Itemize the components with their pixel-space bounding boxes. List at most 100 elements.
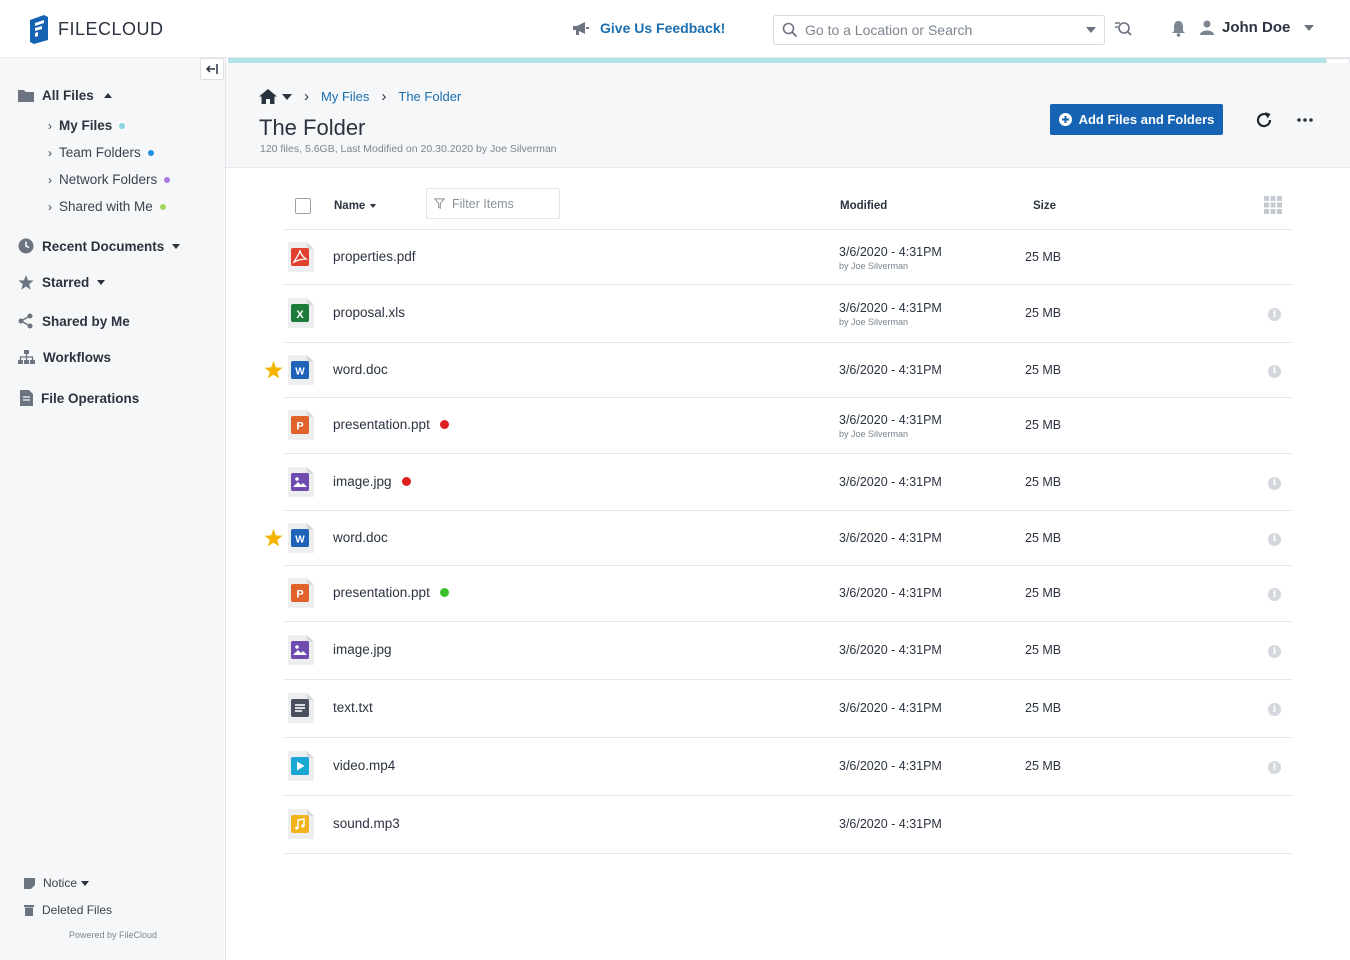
breadcrumb-my-files[interactable]: My Files <box>321 89 369 104</box>
txt-file-icon <box>288 693 314 723</box>
sidebar-item-my-files[interactable]: › My Files <box>48 118 126 133</box>
file-name[interactable]: presentation.ppt <box>333 417 449 432</box>
sidebar-item-label: Shared with Me <box>59 199 153 214</box>
more-options-icon[interactable] <box>1297 118 1313 122</box>
info-icon[interactable]: i <box>1268 532 1281 546</box>
table-row[interactable]: W word.doc 3/6/2020 - 4:31PM 25 MB i <box>264 343 1293 398</box>
modified-cell: 3/6/2020 - 4:31PM by Joe Silverman <box>839 245 942 271</box>
table-row[interactable]: text.txt 3/6/2020 - 4:31PM 25 MB i <box>283 680 1293 738</box>
file-name[interactable]: proposal.xls <box>333 305 405 320</box>
column-modified-header[interactable]: Modified <box>840 200 887 212</box>
megaphone-icon <box>573 22 589 35</box>
modified-cell: 3/6/2020 - 4:31PM by Joe Silverman <box>839 301 942 327</box>
file-name[interactable]: properties.pdf <box>333 249 416 264</box>
user-icon <box>1200 20 1214 35</box>
table-row[interactable]: video.mp4 3/6/2020 - 4:31PM 25 MB i <box>283 738 1293 796</box>
table-row[interactable]: P presentation.ppt 3/6/2020 - 4:31PM 25 M… <box>283 566 1293 622</box>
file-name[interactable]: image.jpg <box>333 474 411 489</box>
table-row[interactable]: properties.pdf 3/6/2020 - 4:31PM by Joe … <box>283 230 1293 285</box>
breadcrumb-the-folder[interactable]: The Folder <box>398 89 461 104</box>
user-menu[interactable]: John Doe <box>1200 19 1315 36</box>
notice-icon <box>24 877 35 889</box>
sidebar-item-network-folders[interactable]: › Network Folders <box>48 172 171 187</box>
info-icon[interactable]: i <box>1268 364 1281 378</box>
doc-file-icon: W <box>288 522 314 553</box>
file-name-text: sound.mp3 <box>333 816 400 831</box>
sidebar-item-file-operations[interactable]: File Operations <box>20 390 139 406</box>
info-icon[interactable]: i <box>1268 645 1281 658</box>
table-row[interactable]: image.jpg 3/6/2020 - 4:31PM 25 MB i <box>283 622 1293 680</box>
sidebar-item-recent-documents[interactable]: Recent Documents <box>18 238 181 254</box>
column-name-header[interactable]: Name <box>334 200 377 212</box>
breadcrumb: › My Files › The Folder <box>259 88 461 105</box>
sidebar-item-all-files[interactable]: All Files <box>18 88 112 103</box>
table-row[interactable]: sound.mp3 3/6/2020 - 4:31PM <box>283 796 1293 854</box>
doc-file-icon: W <box>288 354 314 385</box>
column-size-header[interactable]: Size <box>1033 200 1056 212</box>
star-icon <box>18 275 34 290</box>
chevron-right-icon: › <box>48 172 52 187</box>
svg-text:P: P <box>296 421 303 433</box>
collapse-sidebar-button[interactable] <box>200 58 224 80</box>
sidebar-deleted-files[interactable]: Deleted Files <box>24 903 112 917</box>
filecloud-logo-icon <box>30 15 48 44</box>
table-row[interactable]: X proposal.xls 3/6/2020 - 4:31PM by Joe … <box>283 285 1293 343</box>
bell-icon[interactable] <box>1171 20 1186 37</box>
modified-date: 3/6/2020 - 4:31PM <box>839 244 942 259</box>
sidebar-item-starred[interactable]: Starred <box>18 275 106 290</box>
file-name[interactable]: video.mp4 <box>333 758 395 773</box>
sidebar-item-workflows[interactable]: Workflows <box>18 350 111 365</box>
notice-label: Notice <box>43 876 78 890</box>
modified-date: 3/6/2020 - 4:31PM <box>839 362 942 377</box>
breadcrumb-separator-icon: › <box>381 88 387 105</box>
file-name[interactable]: word.doc <box>333 530 388 545</box>
filter-box[interactable] <box>426 188 560 219</box>
refresh-icon[interactable] <box>1255 111 1273 129</box>
file-name[interactable]: sound.mp3 <box>333 816 400 831</box>
info-icon[interactable]: i <box>1268 308 1281 321</box>
info-icon[interactable]: i <box>1268 588 1281 601</box>
sidebar-item-team-folders[interactable]: › Team Folders <box>48 145 154 160</box>
trash-icon <box>24 905 34 916</box>
filter-input[interactable] <box>452 196 552 211</box>
search-dropdown-icon[interactable] <box>1086 27 1096 33</box>
file-name[interactable]: word.doc <box>333 362 388 377</box>
search-input[interactable] <box>805 22 1079 38</box>
sidebar-item-shared-by-me[interactable]: Shared by Me <box>18 313 130 329</box>
home-breadcrumb[interactable] <box>259 89 292 104</box>
svg-text:P: P <box>296 589 303 601</box>
file-size: 25 MB <box>1025 701 1062 715</box>
info-icon[interactable]: i <box>1268 761 1281 774</box>
info-icon[interactable]: i <box>1268 476 1281 490</box>
grid-view-icon[interactable] <box>1264 196 1282 214</box>
file-name-text: text.txt <box>333 700 373 715</box>
filecloud-logo[interactable]: FILECLOUD <box>28 14 164 44</box>
feedback-link[interactable]: Give Us Feedback! <box>572 20 725 36</box>
file-name[interactable]: presentation.ppt <box>333 585 449 600</box>
info-icon[interactable]: i <box>1268 703 1281 716</box>
advanced-search-icon[interactable] <box>1114 20 1132 38</box>
table-row[interactable]: P presentation.ppt 3/6/2020 - 4:31PM by … <box>283 398 1293 454</box>
folder-icon <box>18 90 34 102</box>
deleted-files-label: Deleted Files <box>42 903 113 917</box>
select-all-checkbox[interactable] <box>295 198 311 214</box>
file-name[interactable]: image.jpg <box>333 642 392 657</box>
sidebar-item-shared-with-me[interactable]: › Shared with Me <box>48 199 166 214</box>
folder-header: › My Files › The Folder The Folder 120 f… <box>226 63 1350 168</box>
pdf-file-icon <box>288 241 314 272</box>
collapse-arrow-icon <box>205 64 218 74</box>
sidebar-item-label: Shared by Me <box>42 313 130 329</box>
sidebar-notice[interactable]: Notice <box>24 876 90 890</box>
search-box[interactable] <box>773 15 1105 45</box>
jpg-file-icon <box>288 466 314 497</box>
modified-date: 3/6/2020 - 4:31PM <box>839 586 942 600</box>
table-row[interactable]: W word.doc 3/6/2020 - 4:31PM 25 MB i <box>264 511 1293 566</box>
add-files-button[interactable]: Add Files and Folders <box>1050 104 1223 135</box>
starred-icon[interactable] <box>264 360 283 379</box>
sort-icon <box>370 204 377 208</box>
starred-icon[interactable] <box>264 528 283 547</box>
svg-text:W: W <box>295 534 305 545</box>
table-row[interactable]: image.jpg 3/6/2020 - 4:31PM 25 MB i <box>283 454 1293 511</box>
file-name[interactable]: text.txt <box>333 700 373 715</box>
add-files-label: Add Files and Folders <box>1078 112 1215 127</box>
